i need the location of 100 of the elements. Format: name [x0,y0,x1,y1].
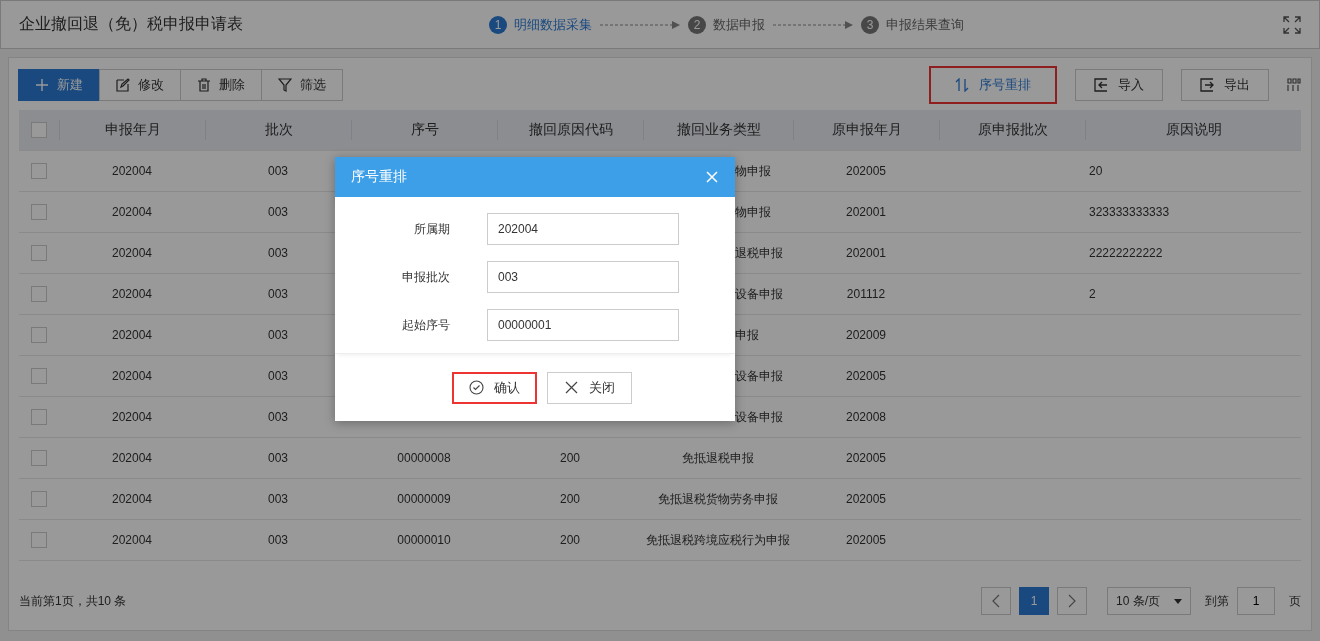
chevron-left-icon [992,594,1000,608]
previous-page-button[interactable] [981,587,1011,615]
table-cell: 设备申报 [735,367,783,385]
input-field[interactable]: 202004 [487,213,679,245]
step-number: 1 [489,15,507,34]
column-settings-icon[interactable] [1287,78,1301,92]
toolbar-button[interactable]: 新建 [18,69,100,101]
table-cell: 2 [1089,287,1096,301]
table-cell: 00000009 [397,492,451,506]
table-cell: 202001 [845,205,886,219]
goto-label: 到第 [1205,592,1229,610]
step-label: 数据申报 [713,15,765,34]
check-circle-icon [468,380,484,395]
table-cell: 202005 [845,164,886,178]
table-cell: 202004 [111,287,152,301]
page-button[interactable]: 1 [1019,587,1049,615]
edit-icon [116,78,130,92]
input-field[interactable]: 00000001 [487,309,679,341]
page-suffix: 页 [1289,592,1301,610]
plus-icon [35,78,49,92]
column-header: 原申报批次 [939,120,1085,140]
table-cell: 00000008 [397,451,451,465]
table-cell: 202005 [845,533,886,547]
column-header: 撤回原因代码 [497,120,643,140]
next-page-button[interactable] [1057,587,1087,615]
table-cell: 物申报 [735,203,771,221]
checkbox[interactable] [31,409,47,425]
toolbar-button[interactable]: 删除 [180,69,262,101]
table-cell: 20 [1089,164,1103,178]
toolbar-button[interactable]: 导入 [1075,69,1163,101]
checkbox[interactable] [31,122,47,138]
table-cell: 202004 [111,246,152,260]
table-cell: 003 [268,533,288,547]
close-icon [563,380,579,395]
table-cell: 003 [268,164,288,178]
checkbox[interactable] [31,532,47,548]
checkbox[interactable] [31,368,47,384]
confirm-button[interactable]: 确认 [451,371,537,404]
table-cell: 202004 [111,451,152,465]
table-cell: 退税申报 [735,244,783,262]
close-icon[interactable] [706,171,718,183]
page-summary: 当前第1页，共10 条 [19,592,127,610]
table-cell: 202008 [845,410,886,424]
column-header: 批次 [205,120,351,140]
field-label: 申报批次 [401,268,450,286]
sort-icon [955,78,969,92]
table-cell: 201112 [846,287,886,301]
table-cell: 22222222222 [1089,246,1163,260]
table-cell: 003 [268,451,288,465]
close-button[interactable]: 关闭 [546,371,632,404]
dialog-title: 序号重排 [351,168,407,186]
table-cell: 003 [268,492,288,506]
page-title: 企业撤回退（免）税申报申请表 [19,14,244,34]
expand-icon[interactable] [1283,15,1301,34]
column-header: 原申报年月 [793,120,939,140]
table-cell: 免抵退税申报 [682,449,754,467]
field-label: 所属期 [413,220,450,238]
caret-icon [1174,598,1182,604]
table-cell: 申报 [735,326,759,344]
step-number: 3 [861,15,879,34]
toolbar-button[interactable]: 序号重排 [929,66,1057,104]
table-cell: 202004 [111,533,152,547]
table-cell: 202009 [845,328,886,342]
checkbox[interactable] [31,491,47,507]
input-field[interactable]: 003 [487,261,679,293]
table-cell: 202004 [111,492,152,506]
trash-icon [197,78,211,92]
table-cell: 202004 [111,410,152,424]
page-input[interactable]: 1 [1237,587,1275,615]
table-cell: 202005 [845,369,886,383]
toolbar-button[interactable]: 导出 [1181,69,1269,101]
table-cell: 003 [268,328,288,342]
column-header: 申报年月 [59,120,205,140]
table-cell: 003 [268,410,288,424]
table-cell: 202001 [845,246,886,260]
checkbox[interactable] [31,204,47,220]
table-cell: 323333333333 [1089,205,1170,219]
checkbox[interactable] [31,327,47,343]
toolbar-button[interactable]: 修改 [99,69,181,101]
table-cell: 003 [268,246,288,260]
checkbox[interactable] [31,163,47,179]
table-cell: 202004 [111,369,152,383]
page-size-select[interactable]: 10 条/页 [1107,587,1191,615]
table-cell: 200 [560,451,580,465]
table-cell: 202005 [845,451,886,465]
column-header: 序号 [351,120,497,140]
checkbox[interactable] [31,245,47,261]
table-cell: 003 [268,369,288,383]
table-cell: 免抵退税货物劳务申报 [658,490,778,508]
chevron-right-icon [1068,594,1076,608]
table-cell: 202004 [111,164,152,178]
step-label: 明细数据采集 [514,15,592,34]
table-cell: 200 [560,492,580,506]
toolbar-button[interactable]: 筛选 [261,69,343,101]
checkbox[interactable] [31,286,47,302]
dashed-arrow-icon [773,20,853,29]
column-header: 原因说明 [1085,120,1301,140]
checkbox[interactable] [31,450,47,466]
table-cell: 设备申报 [735,408,783,426]
table-cell: 免抵退税跨境应税行为申报 [646,531,790,549]
